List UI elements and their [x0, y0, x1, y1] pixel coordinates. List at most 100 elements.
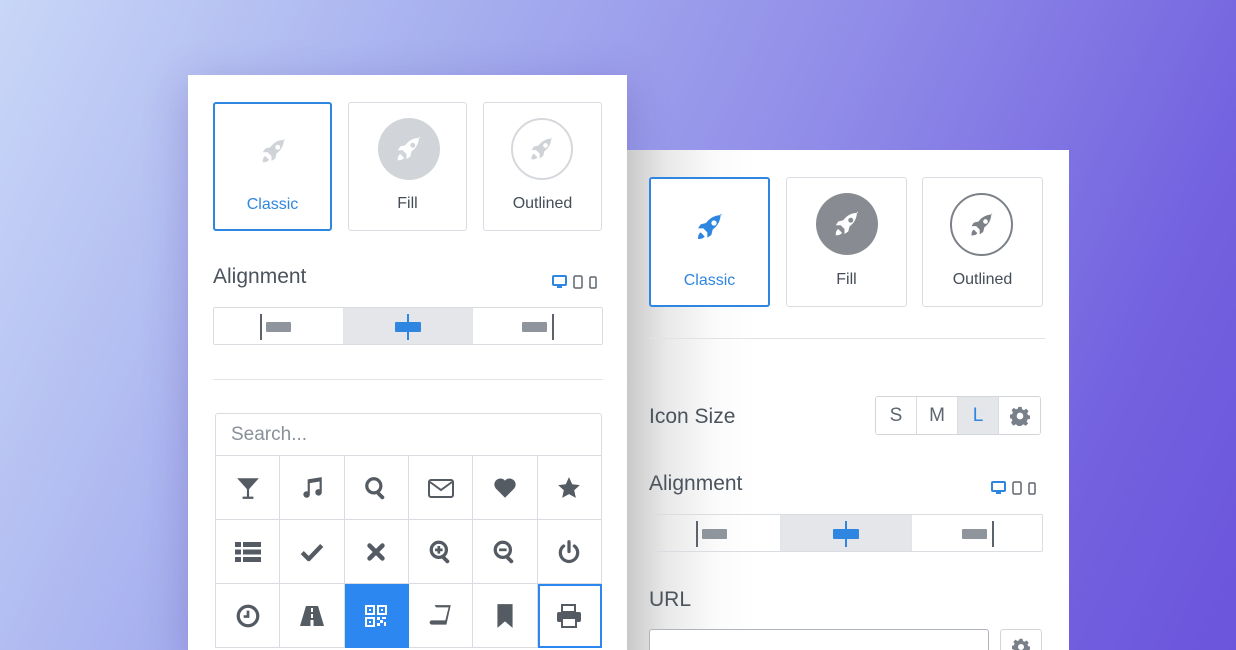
size-small-button[interactable]: S — [876, 397, 917, 434]
tablet-icon[interactable] — [573, 275, 583, 289]
align-left-icon — [696, 521, 727, 547]
style-option-label: Outlined — [952, 271, 1013, 288]
icon-search-box — [215, 413, 602, 456]
align-right-icon — [962, 521, 994, 547]
icon-cell-zoom-out[interactable] — [473, 520, 538, 584]
icon-cell-zoom-in[interactable] — [409, 520, 474, 584]
mobile-icon[interactable] — [589, 275, 597, 289]
align-center-icon — [833, 521, 859, 547]
fill-circle — [378, 118, 440, 180]
clock-icon — [236, 604, 260, 627]
rocket-icon — [262, 138, 286, 163]
align-left-button[interactable] — [650, 515, 781, 551]
alignment-group — [649, 514, 1043, 552]
icon-cell-clock[interactable] — [216, 584, 281, 648]
align-left-icon — [260, 314, 291, 340]
bookmark-icon — [497, 603, 513, 628]
alignment-title: Alignment — [213, 265, 307, 288]
align-right-button[interactable] — [912, 515, 1042, 551]
style-option-outlined[interactable]: Outlined — [483, 102, 602, 231]
icon-search-input[interactable] — [231, 423, 601, 446]
icon-picker-grid — [215, 456, 602, 648]
tablet-icon[interactable] — [1012, 481, 1022, 495]
align-right-button[interactable] — [473, 308, 602, 344]
style-option-label: Classic — [246, 196, 299, 213]
style-option-outlined[interactable]: Outlined — [922, 177, 1043, 307]
icon-size-title: Icon Size — [649, 405, 736, 428]
icon-cell-heart[interactable] — [473, 456, 538, 520]
search-icon — [365, 476, 385, 499]
icon-cell-cocktail[interactable] — [216, 456, 281, 520]
zoom-in-icon — [429, 540, 449, 563]
section-divider — [213, 379, 603, 380]
size-settings-button[interactable] — [999, 397, 1040, 434]
rocket-icon — [531, 137, 553, 160]
cocktail-icon — [236, 477, 259, 499]
times-icon — [367, 542, 386, 561]
rocket-icon — [835, 211, 859, 236]
gear-icon — [1012, 638, 1030, 650]
align-center-button[interactable] — [343, 308, 474, 344]
fill-circle — [816, 193, 878, 255]
icon-cell-print[interactable] — [537, 584, 602, 648]
gear-icon — [1009, 406, 1030, 426]
icon-cell-music[interactable] — [280, 456, 345, 520]
style-option-label: Outlined — [512, 195, 573, 212]
outline-circle — [511, 118, 573, 180]
icon-cell-bookmark[interactable] — [473, 584, 538, 648]
power-icon — [559, 539, 580, 563]
section-divider — [649, 338, 1045, 339]
road-icon — [299, 605, 324, 626]
style-option-label: Fill — [397, 195, 418, 212]
style-option-classic[interactable]: Classic — [649, 177, 770, 307]
star-icon — [558, 476, 581, 498]
url-title: URL — [649, 588, 692, 611]
rocket-icon — [698, 213, 722, 239]
mobile-icon[interactable] — [1028, 481, 1036, 495]
envelope-icon — [427, 478, 454, 498]
icon-cell-book[interactable] — [409, 584, 474, 648]
style-option-fill[interactable]: Fill — [786, 177, 907, 307]
list-icon — [234, 541, 261, 562]
icon-cell-search[interactable] — [344, 456, 409, 520]
align-left-button[interactable] — [214, 308, 344, 344]
url-settings-button[interactable] — [1000, 629, 1042, 650]
size-medium-button[interactable]: M — [917, 397, 958, 434]
style-option-classic[interactable]: Classic — [213, 102, 332, 231]
icon-cell-star[interactable] — [537, 456, 602, 520]
zoom-out-icon — [493, 540, 514, 563]
device-switcher — [552, 275, 597, 289]
rocket-icon — [397, 136, 421, 161]
style-option-label: Classic — [683, 272, 736, 289]
desktop-icon[interactable] — [552, 275, 567, 289]
music-icon — [303, 476, 322, 498]
align-center-icon — [394, 314, 421, 340]
print-icon — [557, 603, 582, 628]
align-center-button[interactable] — [781, 515, 912, 551]
book-icon — [429, 604, 451, 625]
check-icon — [300, 543, 324, 561]
alignment-group — [213, 307, 603, 345]
style-option-fill[interactable]: Fill — [348, 102, 467, 231]
rocket-icon — [971, 212, 992, 235]
url-input[interactable] — [649, 629, 989, 650]
desktop-icon[interactable] — [991, 481, 1006, 495]
icon-settings-panel-right: Classic Fill Outlined Icon Size S M L Al… — [627, 150, 1069, 650]
icon-cell-times[interactable] — [344, 520, 409, 584]
heart-icon — [494, 478, 516, 498]
align-right-icon — [522, 314, 555, 340]
icon-cell-power[interactable] — [537, 520, 602, 584]
alignment-title: Alignment — [649, 472, 743, 495]
icon-cell-qrcode[interactable] — [344, 584, 409, 648]
outline-circle — [950, 193, 1013, 256]
style-option-label: Fill — [836, 271, 857, 288]
icon-cell-list[interactable] — [216, 520, 281, 584]
icon-cell-road[interactable] — [280, 584, 345, 648]
qrcode-icon — [365, 604, 388, 627]
icon-size-group: S M L — [875, 396, 1041, 435]
size-large-button[interactable]: L — [958, 397, 999, 434]
icon-cell-envelope[interactable] — [409, 456, 474, 520]
icon-cell-check[interactable] — [280, 520, 345, 584]
icon-settings-panel-left: Classic Fill Outlined Alignment — [188, 75, 627, 650]
device-switcher — [991, 481, 1036, 495]
